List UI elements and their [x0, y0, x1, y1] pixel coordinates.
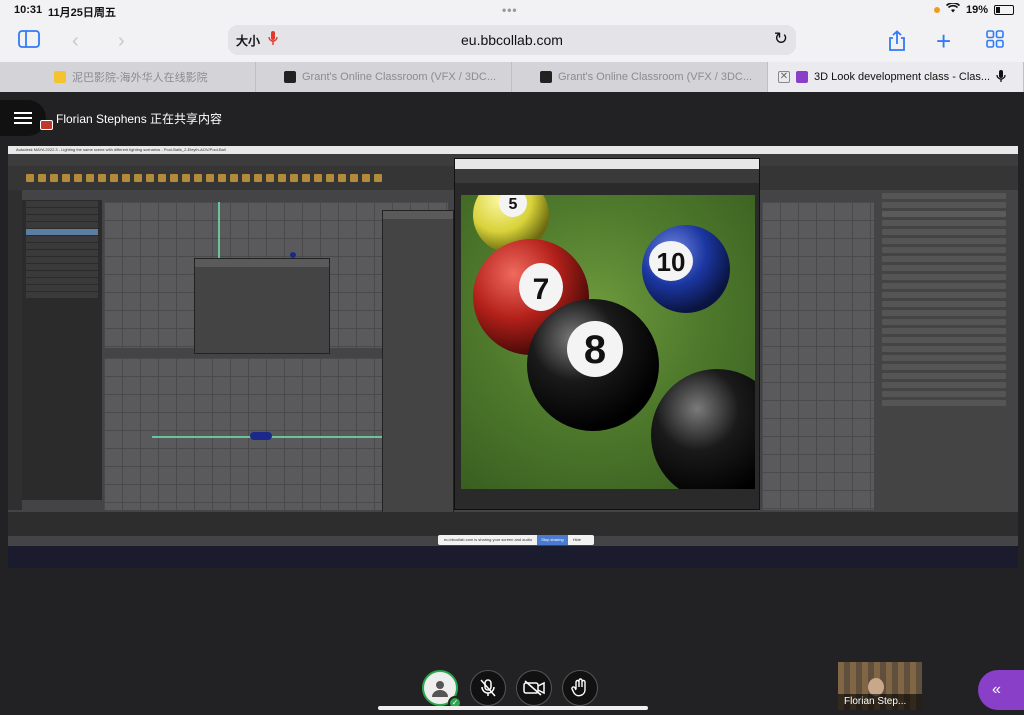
double-chevron-left-icon: « [992, 681, 1001, 698]
sidebar-icon[interactable] [18, 30, 40, 53]
status-time: 10:31 [14, 4, 43, 16]
hide-button: Hide [572, 537, 582, 542]
tab-nibaba[interactable]: 泥巴影院-海外华人在线影院 [0, 62, 256, 92]
tab-label: 泥巴影院-海外华人在线影院 [72, 72, 208, 84]
render-view-window: 5 10 7 8 [454, 158, 760, 510]
participant-video-thumbnail[interactable]: Florian Step... [838, 662, 922, 710]
tab-label: Grant's Online Classroom (VFX / 3DC... [302, 71, 497, 83]
screen-share-indicator-icon [40, 120, 53, 130]
forward-icon[interactable]: › [118, 30, 125, 52]
windows-taskbar [8, 546, 1018, 568]
stop-sharing-button: Stop sharing [537, 535, 568, 545]
classroom-site-icon [540, 71, 552, 83]
ipad-screen: 10:31 11月25日周五 ••• 19% ‹ › 大小 eu.bbcolla… [0, 0, 1024, 715]
collaborate-menu-button[interactable] [0, 100, 46, 136]
raise-hand-button[interactable] [562, 670, 598, 706]
tab-grant-classroom-1[interactable]: Grant's Online Classroom (VFX / 3DC... [256, 62, 512, 92]
address-bar[interactable]: 大小 eu.bbcollab.com ↻ [228, 25, 796, 55]
maya-outliner [22, 200, 102, 500]
shelf-icons [26, 174, 382, 182]
status-indicators: 19% [933, 2, 1014, 16]
wifi-icon [945, 2, 961, 16]
home-indicator[interactable] [378, 706, 648, 710]
open-collaborate-panel-button[interactable]: « [978, 670, 1024, 710]
battery-icon [994, 4, 1014, 15]
browser-toolbar: ‹ › 大小 eu.bbcollab.com ↻ + [0, 22, 1024, 62]
classroom-site-icon [284, 71, 296, 83]
participant-name: Florian Step... [838, 694, 922, 710]
url-text: eu.bbcollab.com [461, 32, 563, 48]
microphone-off-icon [480, 679, 496, 697]
camera-off-icon [523, 680, 545, 696]
collaborate-site-icon [796, 71, 808, 83]
maya-toolbox [8, 190, 22, 510]
hand-icon [571, 678, 586, 697]
share-icon[interactable] [888, 30, 906, 57]
reload-icon[interactable]: ↻ [774, 29, 788, 49]
microphone-toggle-button[interactable] [470, 670, 506, 706]
ball-7-number: 7 [533, 273, 550, 306]
sharing-notice-text: eu.bbcollab.com is sharing your screen a… [444, 537, 533, 542]
ball-8-number: 8 [584, 328, 606, 372]
screen-sharing-notice: eu.bbcollab.com is sharing your screen a… [438, 535, 594, 545]
tab-overview-icon[interactable] [986, 30, 1004, 53]
status-date: 11月25日周五 [48, 7, 116, 19]
shared-screen: Autodesk MAYA 2022.3 - Lighting the same… [8, 146, 1018, 568]
camera-toggle-button[interactable] [516, 670, 552, 706]
tab-grant-classroom-2[interactable]: Grant's Online Classroom (VFX / 3DC... [512, 62, 768, 92]
tab-label: Grant's Online Classroom (VFX / 3DC... [558, 71, 753, 83]
tab-3d-lookdev-class[interactable]: ✕ 3D Look development class - Clas... [768, 62, 1024, 92]
video-site-icon [54, 71, 66, 83]
audio-playing-icon[interactable] [996, 69, 1006, 86]
render-settings-window [382, 210, 454, 522]
maya-viewport-right [762, 202, 874, 510]
status-bar: 10:31 11月25日周五 ••• 19% [0, 0, 1024, 22]
ball-5-number: 5 [509, 196, 518, 213]
maya-title-bar: Autodesk MAYA 2022.3 - Lighting the same… [8, 146, 1018, 154]
ball-10-number: 10 [657, 247, 686, 277]
user-icon [432, 681, 448, 697]
maya-timeline [8, 512, 1018, 536]
mic-in-use-indicator-icon [933, 6, 940, 13]
ball-black-right [651, 369, 755, 489]
render-image: 5 10 7 8 [461, 195, 755, 489]
new-tab-icon[interactable]: + [936, 28, 951, 54]
battery-percentage: 19% [965, 3, 988, 16]
tab-label: 3D Look development class - Clas... [814, 71, 991, 83]
back-icon[interactable]: ‹ [72, 30, 79, 52]
multitask-dots-icon[interactable]: ••• [502, 3, 518, 17]
my-status-button[interactable]: ✓ [422, 670, 462, 710]
close-tab-icon[interactable]: ✕ [778, 71, 790, 83]
sharing-status-text: Florian Stephens 正在共享内容 [56, 112, 223, 126]
render-sequence-window [194, 258, 330, 354]
tab-bar: 泥巴影院-海外华人在线影院 Grant's Online Classroom (… [0, 62, 1024, 92]
maya-attribute-editor [876, 190, 1012, 510]
render-status-bar [455, 493, 759, 503]
